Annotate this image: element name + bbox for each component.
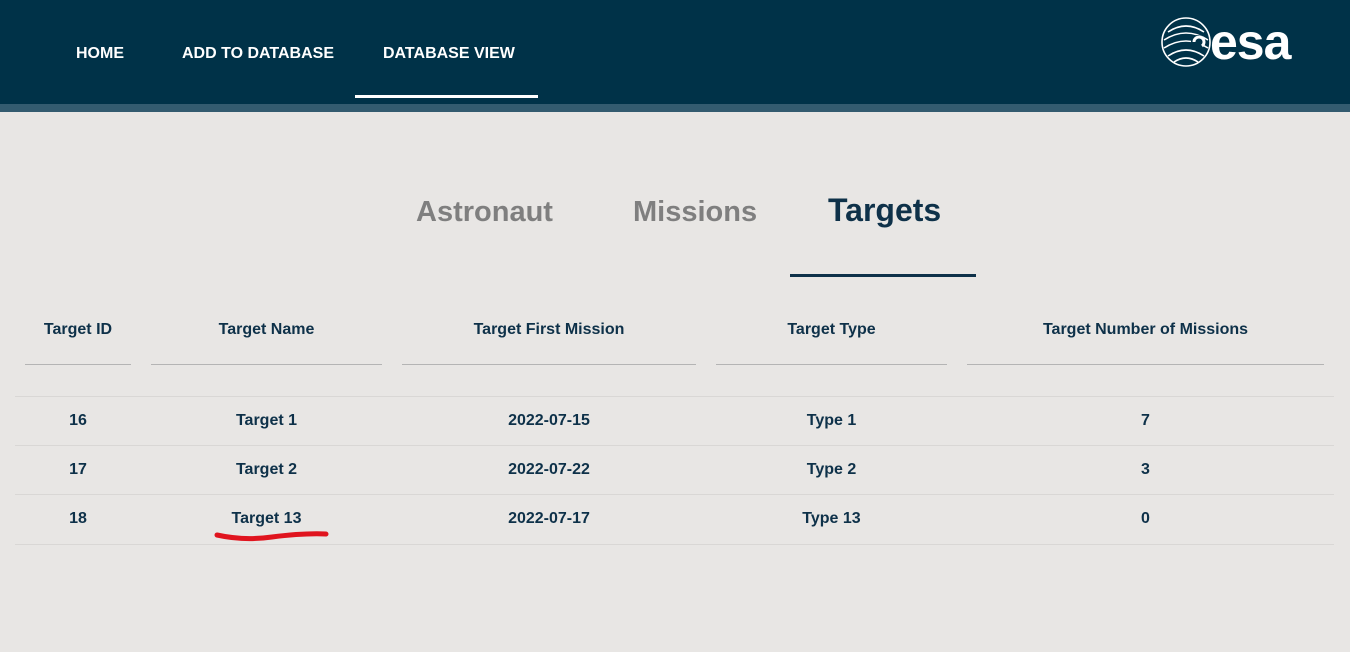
annotation-underline [214, 531, 329, 542]
row-separator [15, 445, 1334, 446]
tab-active-indicator [790, 274, 976, 277]
cell-target-name: Target 1 [235, 412, 298, 429]
column-header-target-id[interactable]: Target ID [25, 318, 131, 342]
nav-database-view[interactable]: DATABASE VIEW [383, 43, 515, 65]
tab-targets[interactable]: Targets [828, 190, 941, 230]
cell-target-number-of-missions: 0 [1141, 510, 1150, 527]
row-separator [15, 396, 1334, 397]
cell-target-first-mission: 2022-07-17 [508, 510, 590, 527]
header-underline [402, 364, 696, 365]
cell-target-id: 17 [69, 461, 87, 478]
cell-target-type: Type 13 [802, 510, 861, 527]
navbar-divider [0, 104, 1350, 112]
esa-logo-text: esa [1210, 14, 1291, 70]
header-underline [716, 364, 947, 365]
cell-target-number-of-missions: 3 [1141, 461, 1150, 478]
header-underline [151, 364, 382, 365]
cell-target-id: 16 [69, 412, 87, 429]
cell-target-type: Type 2 [806, 461, 857, 478]
row-separator [15, 494, 1334, 495]
row-separator [15, 544, 1334, 545]
header-underline [967, 364, 1324, 365]
nav-home[interactable]: HOME [76, 43, 124, 65]
nav-add-to-database[interactable]: ADD TO DATABASE [182, 43, 334, 65]
cell-target-name: Target 2 [235, 461, 298, 478]
cell-target-type: Type 1 [806, 412, 857, 429]
esa-logo-icon [1161, 17, 1211, 67]
esa-logo[interactable]: esa [1160, 14, 1310, 70]
column-header-target-number-of-missions[interactable]: Target Number of Missions [967, 318, 1324, 342]
nav-active-indicator [355, 95, 538, 98]
cell-target-first-mission: 2022-07-22 [508, 461, 590, 478]
cell-target-number-of-missions: 7 [1141, 412, 1150, 429]
column-header-target-first-mission[interactable]: Target First Mission [402, 318, 696, 342]
cell-target-first-mission: 2022-07-15 [508, 412, 590, 429]
column-header-target-type[interactable]: Target Type [716, 318, 947, 342]
column-header-target-name[interactable]: Target Name [151, 318, 382, 342]
cell-target-id: 18 [69, 510, 87, 527]
tab-missions[interactable]: Missions [633, 192, 757, 232]
tab-astronaut[interactable]: Astronaut [416, 192, 553, 232]
header-underline [25, 364, 131, 365]
